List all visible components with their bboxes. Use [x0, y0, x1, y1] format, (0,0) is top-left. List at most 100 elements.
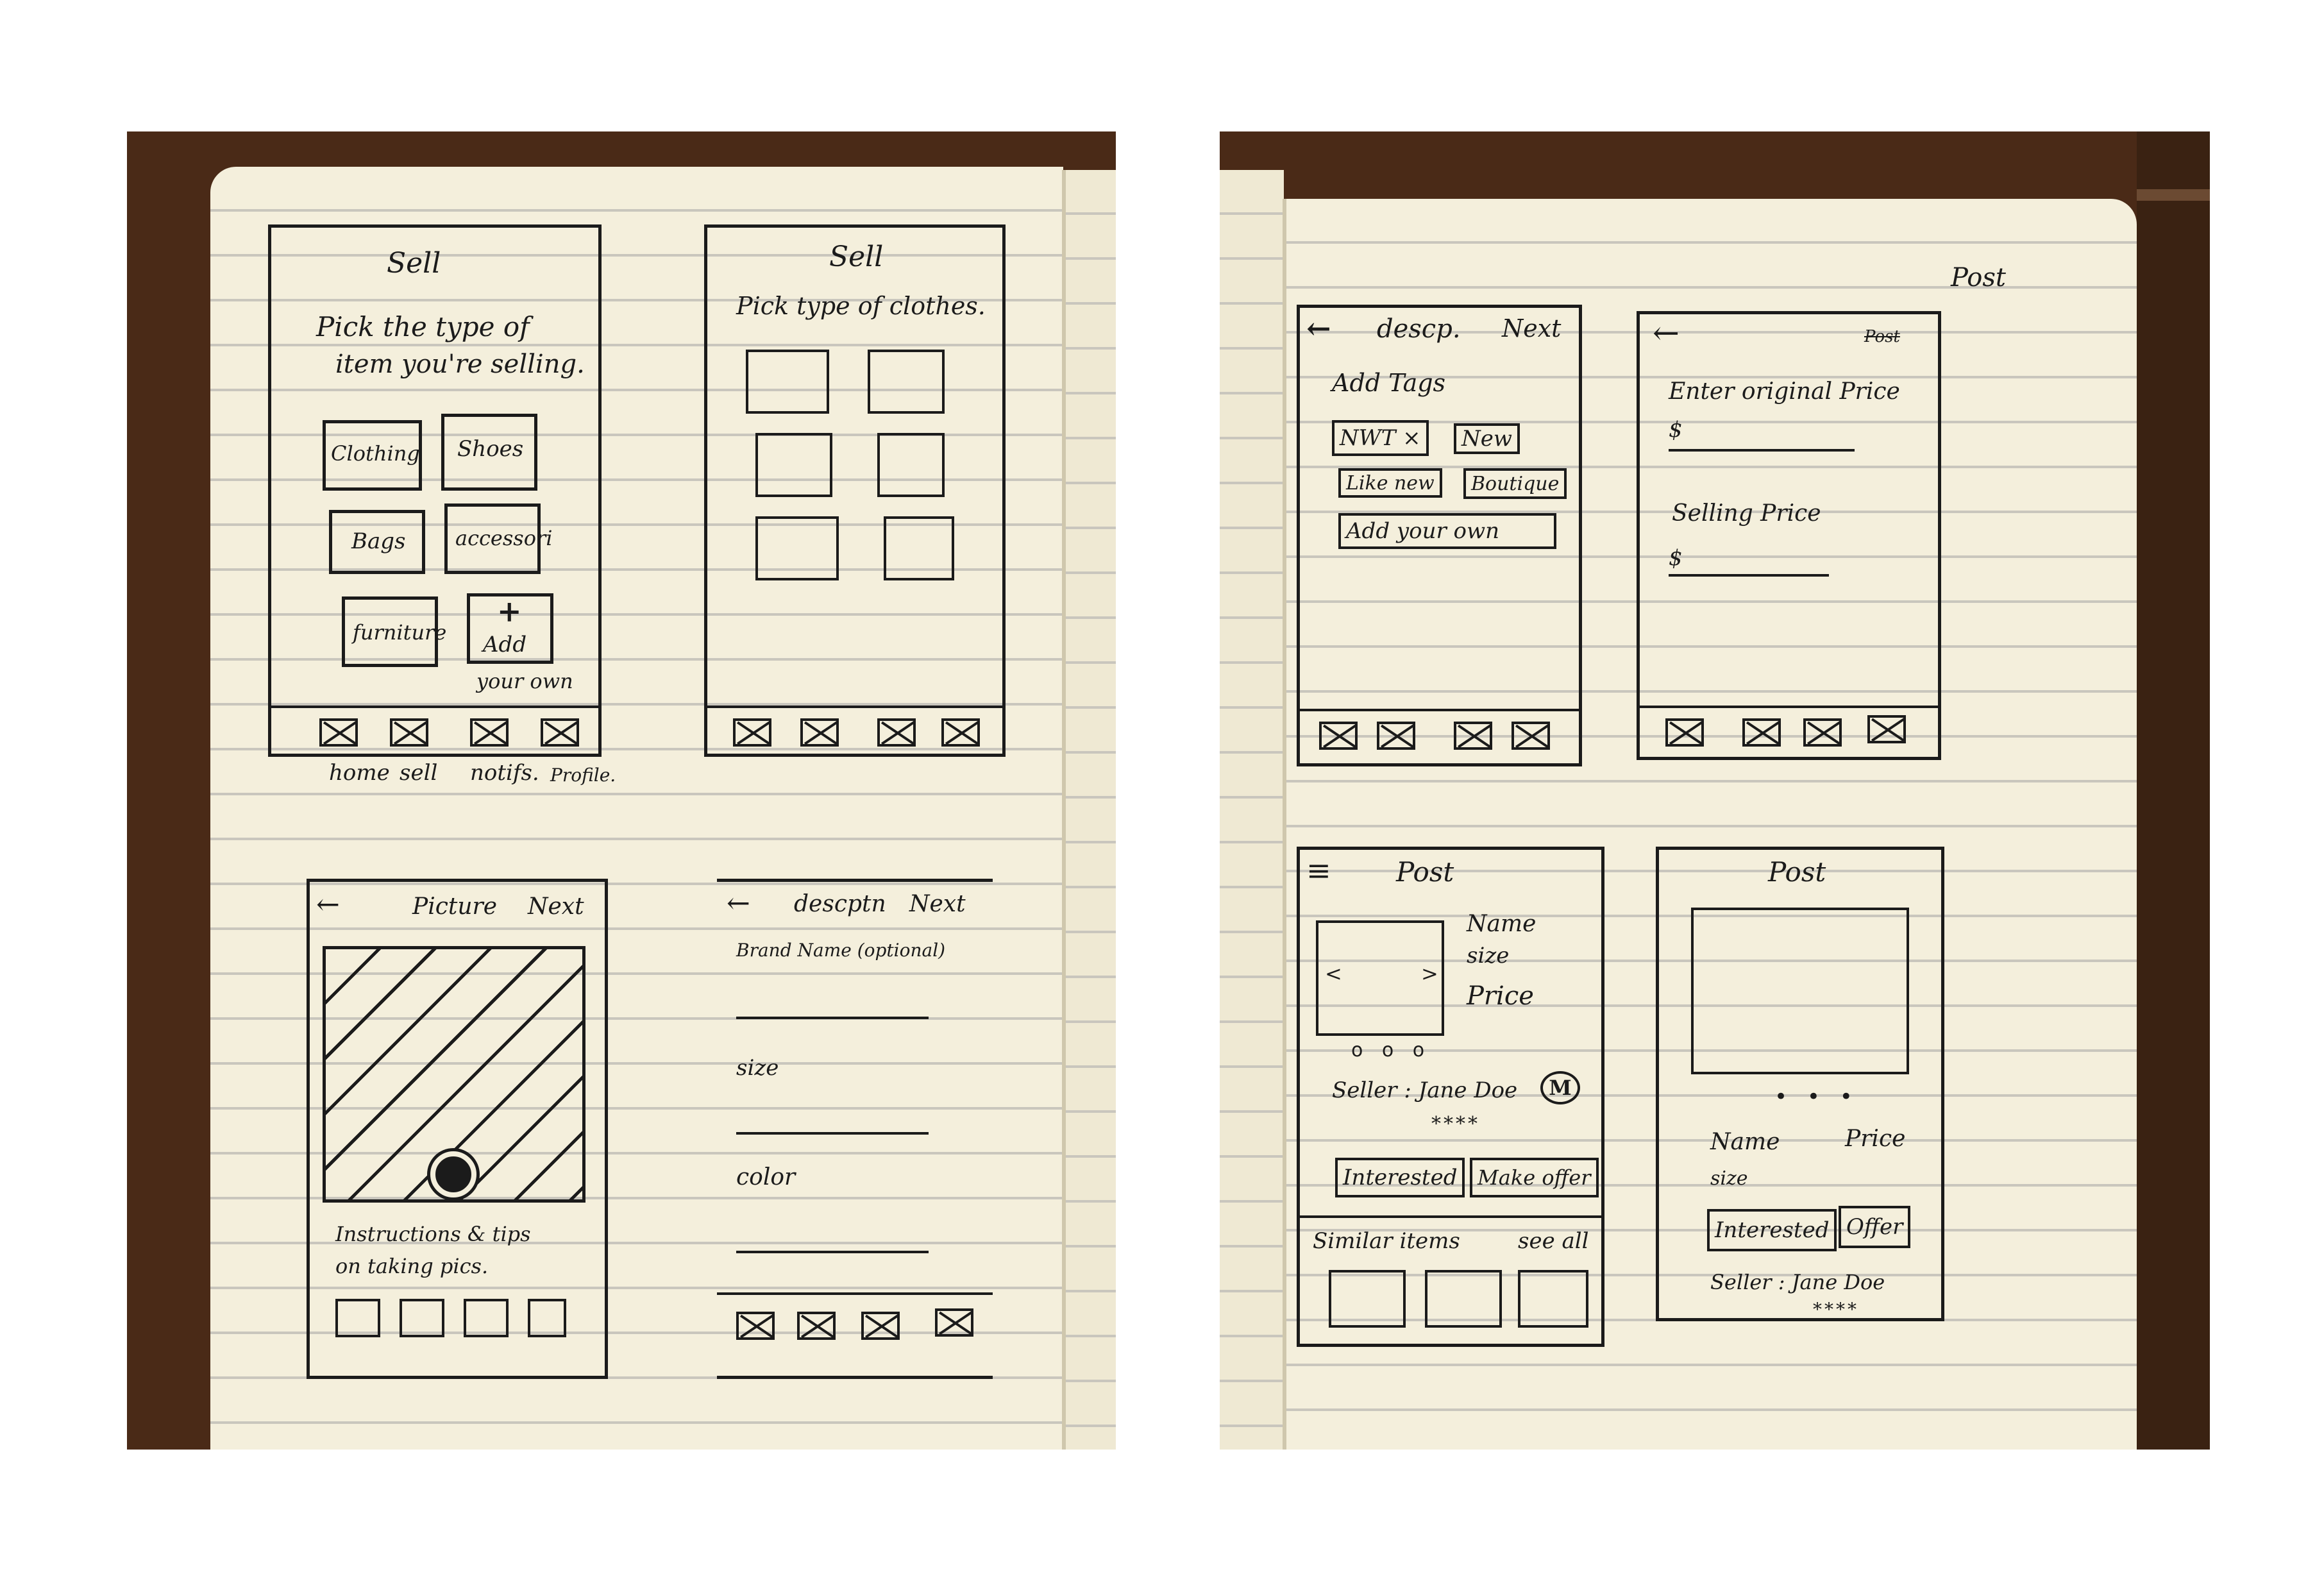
photo-thumb-slot[interactable]: [464, 1299, 509, 1337]
item-size: size: [1467, 943, 1510, 968]
clothes-type-tile[interactable]: [877, 433, 945, 497]
sketch-description-screen: ← descptn Next Brand Name (optional) siz…: [717, 879, 993, 1379]
make-offer-button[interactable]: Make offer: [1470, 1158, 1599, 1197]
tab-notifs-icon[interactable]: [1803, 718, 1842, 747]
tab-home-icon[interactable]: [736, 1312, 775, 1340]
size-field-input[interactable]: [736, 1132, 929, 1135]
shutter-button[interactable]: [430, 1151, 476, 1197]
tab-sell-icon[interactable]: [797, 1312, 836, 1340]
seller-rating: ****: [1813, 1299, 1859, 1320]
sketch-picture-screen: ← Picture Next Instructions & tips on ta…: [307, 879, 608, 1379]
back-arrow[interactable]: ←: [316, 888, 340, 921]
similar-item-thumb[interactable]: [1518, 1270, 1588, 1328]
category-bags[interactable]: Bags: [329, 510, 425, 574]
tag-nwt[interactable]: NWT ×: [1332, 420, 1429, 456]
sketch-clothes-type-screen: Sell Pick type of clothes.: [704, 224, 1006, 757]
seller-name: Seller : Jane Doe: [1710, 1270, 1885, 1294]
seller-avatar-badge[interactable]: M: [1540, 1071, 1580, 1104]
prompt-line-1: Pick the type of: [316, 311, 530, 343]
tab-notifs-icon[interactable]: [877, 718, 916, 747]
category-accessories[interactable]: accessori: [444, 503, 553, 574]
seller-rating: ****: [1431, 1113, 1480, 1135]
clothes-type-tile[interactable]: [746, 350, 829, 414]
interested-button[interactable]: Interested: [1335, 1158, 1465, 1197]
post-button[interactable]: Post: [1864, 327, 1900, 346]
item-name: Name: [1467, 911, 1537, 937]
photo-thumb-slot[interactable]: [528, 1299, 566, 1337]
tab-profile-icon[interactable]: [541, 718, 579, 747]
selling-price-label: Selling Price: [1672, 500, 1821, 527]
clothes-type-tile[interactable]: [868, 350, 945, 414]
see-all-link[interactable]: see all: [1518, 1228, 1589, 1254]
right-page-edge: [1220, 170, 1284, 1450]
brand-field-label: Brand Name (optional): [736, 940, 946, 961]
left-binding-gutter: [1062, 170, 1066, 1450]
tag-add-own[interactable]: Add your own: [1338, 513, 1556, 549]
tab-label-sell: sell: [400, 760, 438, 786]
category-add-own[interactable]: + Add: [467, 593, 553, 664]
tags-heading: Add Tags: [1332, 369, 1446, 397]
tips-line-2: on taking pics.: [335, 1254, 489, 1278]
similar-item-thumb[interactable]: [1329, 1270, 1406, 1328]
brand-field-input[interactable]: [736, 1017, 929, 1019]
tab-label-notifs: notifs.: [470, 760, 539, 786]
tab-sell-icon[interactable]: [390, 718, 428, 747]
menu-icon[interactable]: ≡: [1306, 853, 1331, 888]
tab-home-icon[interactable]: [733, 718, 771, 747]
carousel-prev-icon[interactable]: <: [1325, 961, 1342, 986]
photo-carousel[interactable]: < >: [1316, 920, 1444, 1036]
tag-like-new[interactable]: Like new: [1338, 468, 1442, 498]
item-photo[interactable]: [1691, 908, 1909, 1074]
carousel-next-icon[interactable]: >: [1421, 961, 1438, 986]
tab-profile-icon[interactable]: [941, 718, 980, 747]
clothes-type-tile[interactable]: [755, 516, 839, 580]
add-own-sublabel: your own: [476, 669, 573, 693]
right-binding-gutter: [1283, 199, 1286, 1450]
next-button[interactable]: Next: [909, 891, 966, 917]
tab-notifs-icon[interactable]: [470, 718, 509, 747]
sketch-add-tags-screen: ← descp. Next Add Tags NWT × New Like ne…: [1297, 305, 1582, 766]
back-arrow[interactable]: ←: [1306, 311, 1331, 346]
tab-bar-divider: [717, 1292, 993, 1295]
offer-button[interactable]: Offer: [1839, 1206, 1911, 1248]
category-clothing[interactable]: Clothing: [323, 420, 422, 491]
plus-icon: +: [497, 594, 522, 629]
interested-button[interactable]: Interested: [1707, 1209, 1837, 1251]
tab-sell-icon[interactable]: [1742, 718, 1781, 747]
original-price-label: Enter original Price: [1669, 378, 1900, 405]
next-button[interactable]: Next: [1502, 314, 1561, 343]
original-price-input[interactable]: [1669, 449, 1855, 452]
tips-line-1: Instructions & tips: [335, 1222, 531, 1246]
sketch-post-detail-screen: ≡ Post < > o o o Name size Price Seller …: [1297, 847, 1604, 1347]
tab-home-icon[interactable]: [319, 718, 358, 747]
right-notebook-photo: ← descp. Next Add Tags NWT × New Like ne…: [1220, 131, 2210, 1450]
selling-price-input[interactable]: [1669, 574, 1829, 577]
tab-home-icon[interactable]: [1319, 722, 1358, 750]
tag-boutique[interactable]: Boutique: [1463, 468, 1567, 499]
screen-title: descptn: [794, 891, 886, 917]
tab-bar-divider: [1640, 706, 1938, 708]
back-arrow[interactable]: ←: [1653, 314, 1680, 351]
category-shoes[interactable]: Shoes: [441, 414, 537, 491]
clothes-type-tile[interactable]: [755, 433, 832, 497]
selling-price-currency: $: [1669, 545, 1683, 571]
tab-sell-icon[interactable]: [800, 718, 839, 747]
tab-profile-icon[interactable]: [1511, 722, 1550, 750]
photo-thumb-slot[interactable]: [335, 1299, 380, 1337]
tab-profile-icon[interactable]: [935, 1308, 973, 1337]
tag-new[interactable]: New: [1454, 423, 1520, 454]
tab-sell-icon[interactable]: [1377, 722, 1415, 750]
tab-label-profile: Profile.: [550, 765, 616, 786]
next-button[interactable]: Next: [528, 893, 584, 920]
tab-notifs-icon[interactable]: [861, 1312, 900, 1340]
photo-thumb-slot[interactable]: [400, 1299, 444, 1337]
category-furniture[interactable]: furniture: [342, 596, 446, 667]
back-arrow[interactable]: ←: [727, 887, 750, 920]
tab-notifs-icon[interactable]: [1454, 722, 1492, 750]
tab-profile-icon[interactable]: [1867, 715, 1906, 743]
similar-item-thumb[interactable]: [1425, 1270, 1502, 1328]
tab-home-icon[interactable]: [1665, 718, 1704, 747]
color-field-input[interactable]: [736, 1251, 929, 1253]
clothes-type-tile[interactable]: [884, 516, 954, 580]
screen-title: descp.: [1377, 314, 1461, 344]
